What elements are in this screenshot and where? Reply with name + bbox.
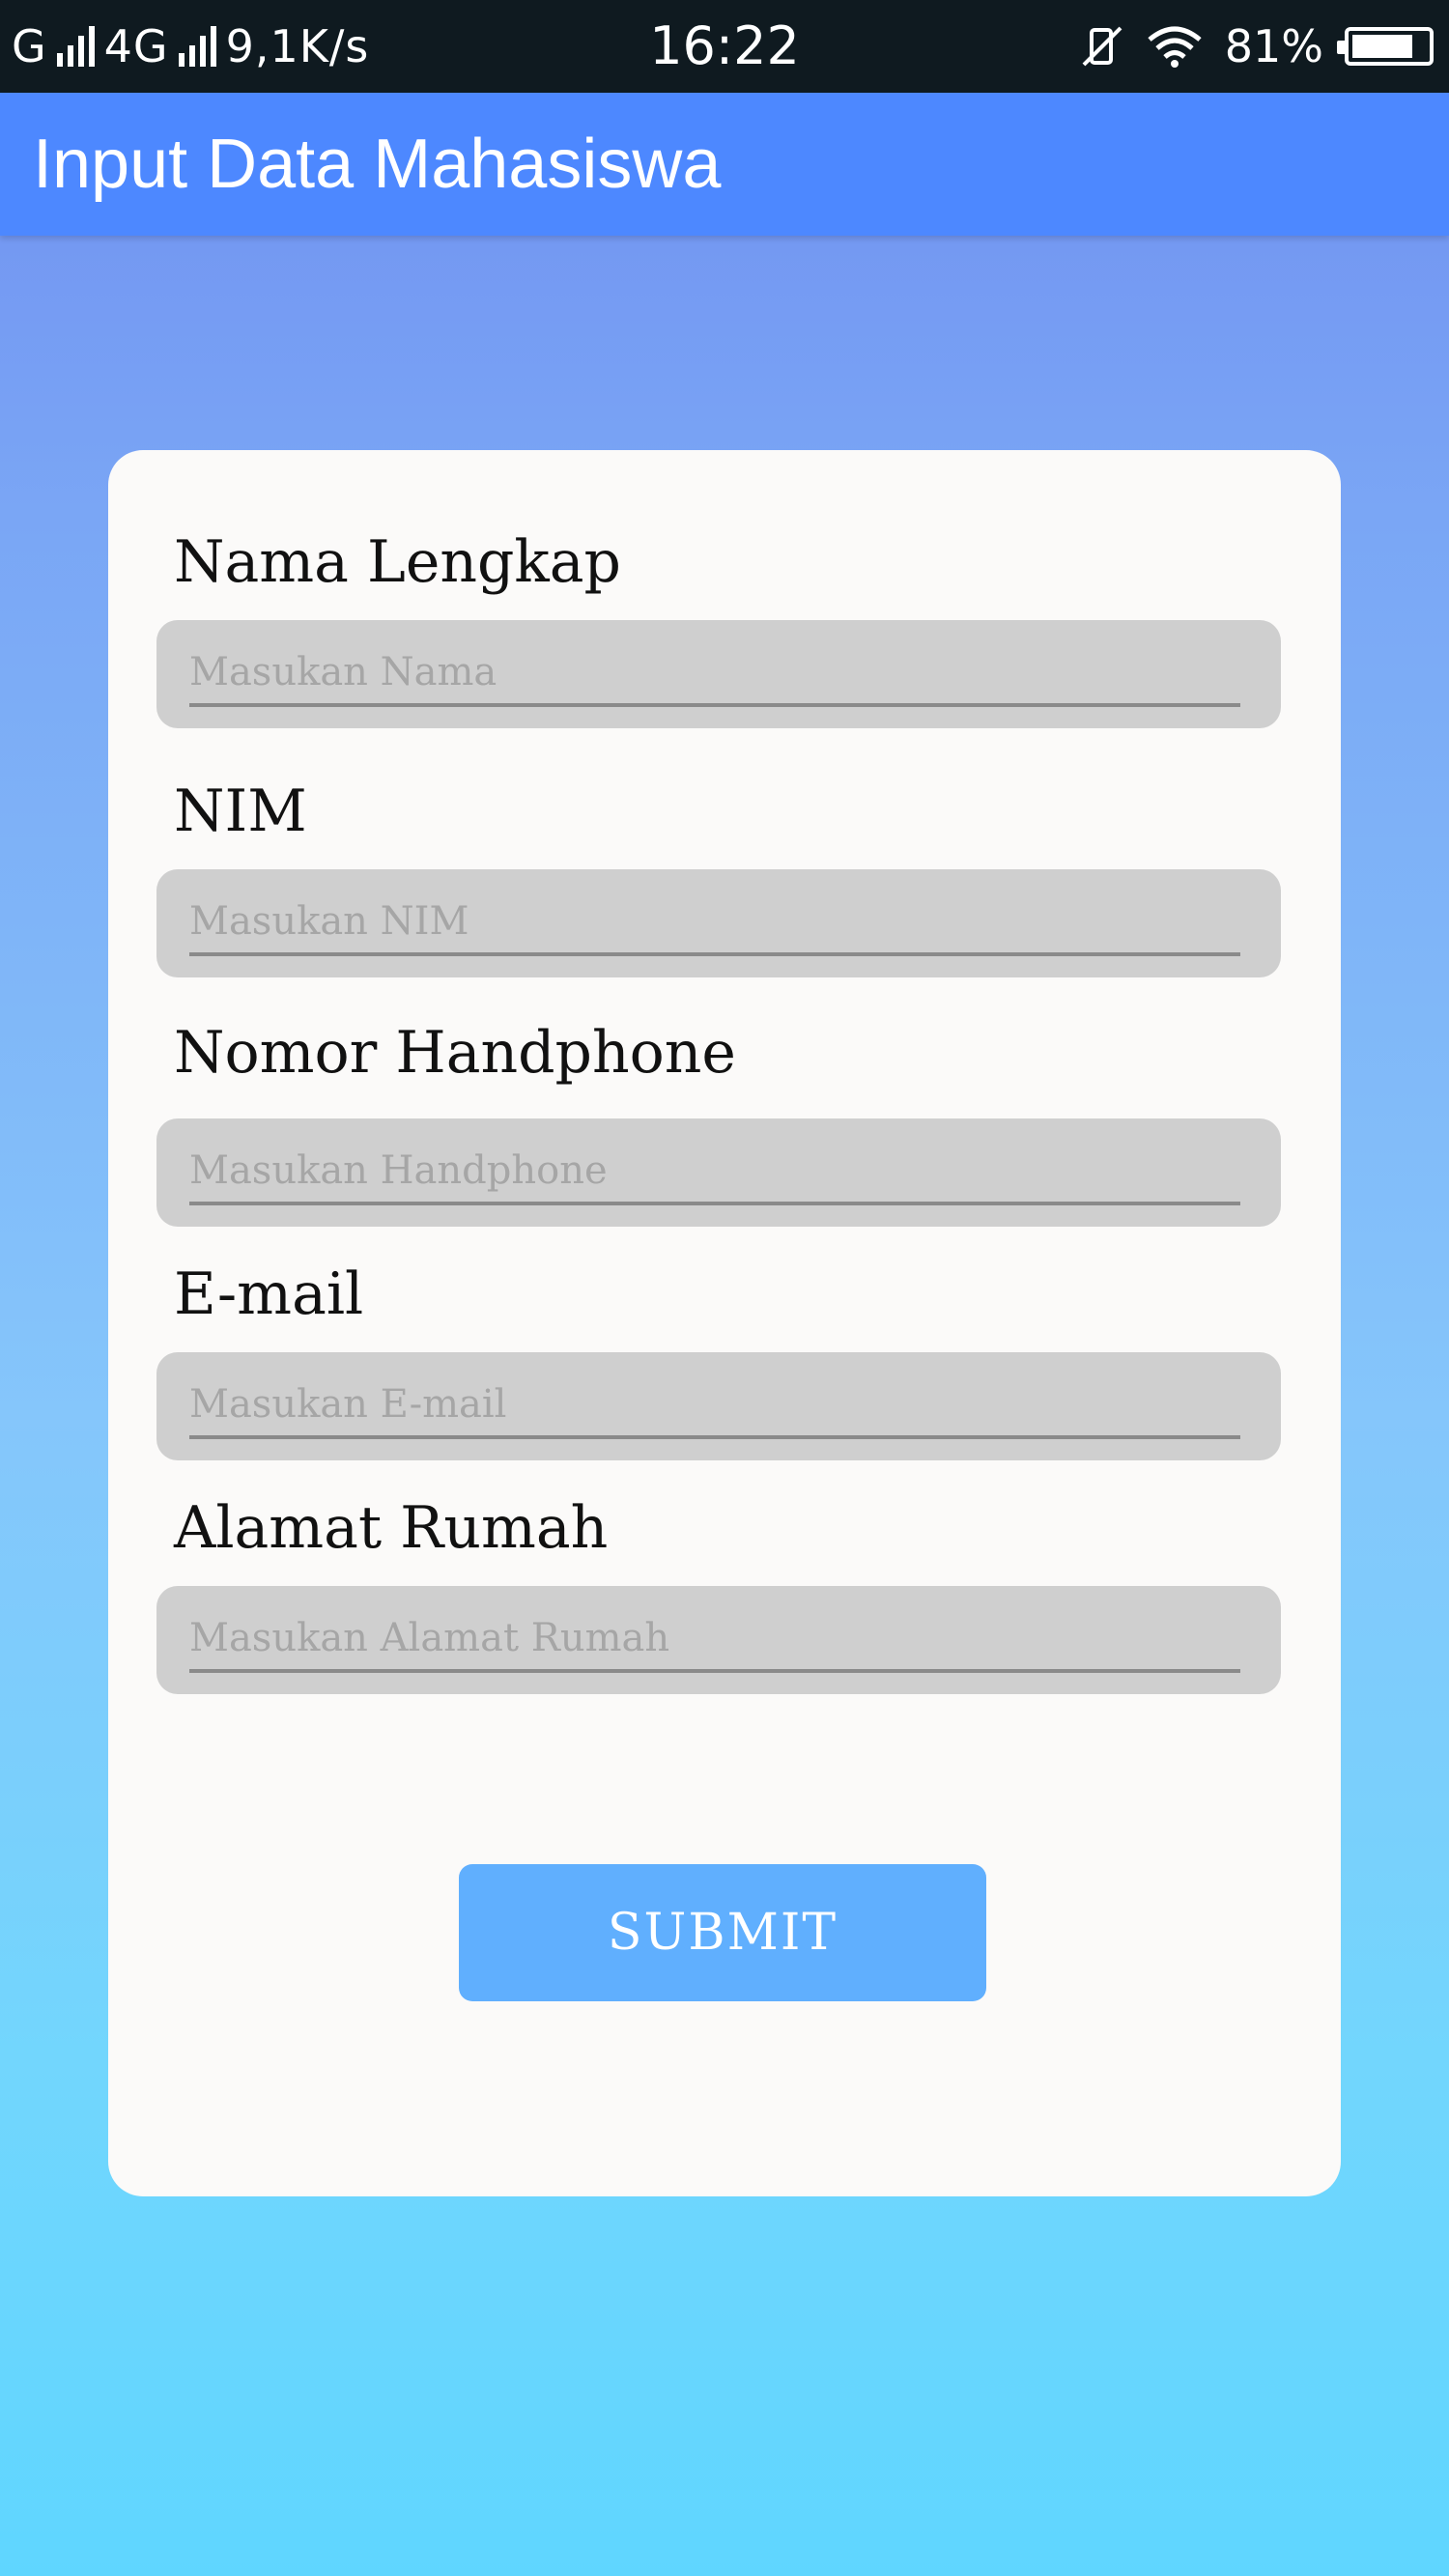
page-title: Input Data Mahasiswa xyxy=(33,126,722,203)
battery-fill xyxy=(1352,35,1412,58)
label-nomor-handphone: Nomor Handphone xyxy=(174,1019,736,1087)
label-nim: NIM xyxy=(174,778,307,845)
signal-icon xyxy=(178,26,216,67)
field-box-nim xyxy=(156,869,1281,977)
battery-icon xyxy=(1337,27,1434,66)
carrier-label: G xyxy=(12,20,47,72)
battery-percent: 81% xyxy=(1224,20,1323,72)
status-bar: G 4G 9,1K/s 16:22 81% xyxy=(0,0,1449,93)
field-box-handphone xyxy=(156,1118,1281,1227)
network-type-label: 4G xyxy=(103,20,169,72)
label-email: E-mail xyxy=(174,1260,364,1328)
field-box-email xyxy=(156,1352,1281,1460)
app-bar: Input Data Mahasiswa xyxy=(0,93,1449,236)
wifi-icon xyxy=(1148,26,1202,68)
signal-icon xyxy=(56,26,95,67)
form-card: Nama Lengkap NIM Nomor Handphone E-mail … xyxy=(108,450,1341,2196)
email-input[interactable] xyxy=(189,1373,1240,1439)
label-nama-lengkap: Nama Lengkap xyxy=(174,528,621,596)
submit-button[interactable]: SUBMIT xyxy=(459,1864,986,2001)
alamat-input[interactable] xyxy=(189,1607,1240,1673)
nama-input[interactable] xyxy=(189,641,1240,707)
vibrate-off-icon xyxy=(1082,26,1122,67)
nim-input[interactable] xyxy=(189,891,1240,956)
status-right: 81% xyxy=(1080,0,1434,93)
field-box-alamat xyxy=(156,1586,1281,1694)
handphone-input[interactable] xyxy=(189,1140,1240,1205)
field-box-nama xyxy=(156,620,1281,728)
status-left: G 4G 9,1K/s xyxy=(12,0,369,93)
network-speed: 9,1K/s xyxy=(225,20,370,72)
label-alamat-rumah: Alamat Rumah xyxy=(174,1494,609,1562)
